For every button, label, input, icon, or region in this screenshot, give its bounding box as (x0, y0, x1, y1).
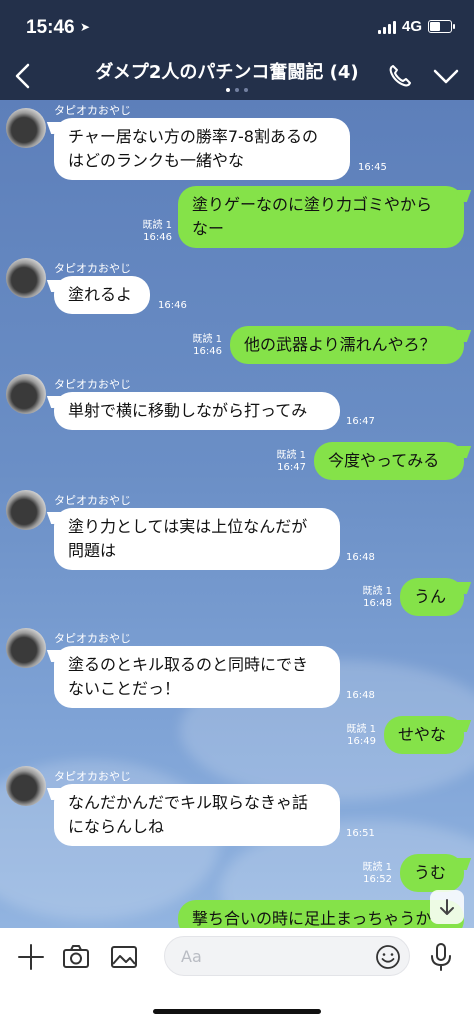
message-time: 16:48 (346, 552, 375, 563)
arrow-down-icon (440, 899, 454, 915)
message-time: 16:49 (347, 736, 376, 747)
message-bubble-incoming[interactable]: 塗り力としては実は上位なんだが 問題は (54, 508, 340, 570)
emoji-icon[interactable] (375, 944, 401, 970)
message-time: 16:51 (346, 828, 375, 839)
message-bubble-outgoing[interactable]: 塗りゲーなのに塗り力ゴミやから なー (178, 186, 464, 248)
message-time: 16:47 (277, 462, 306, 473)
message-bubble-incoming[interactable]: 単射で横に移動しながら打ってみ (54, 392, 340, 430)
message-time: 16:46 (143, 232, 172, 243)
message-time: 16:47 (346, 416, 375, 427)
sender-name: タピオカおやじ (54, 378, 131, 391)
message-list[interactable]: タピオカおやじ チャー居ない方の勝率7-8割あるの はどのランクも一緒やな 16… (0, 100, 474, 928)
message-time: 16:46 (193, 346, 222, 357)
read-receipt: 既読 1 (142, 220, 172, 231)
read-receipt: 既読 1 (276, 450, 306, 461)
message-time: 16:52 (363, 874, 392, 885)
message-time: 16:45 (358, 162, 387, 173)
read-receipt: 既読 1 (192, 334, 222, 345)
status-time: 15:46 (26, 17, 75, 38)
read-receipt: 既読 1 (362, 586, 392, 597)
avatar[interactable] (6, 490, 46, 530)
mic-icon[interactable] (426, 942, 456, 972)
message-bubble-outgoing[interactable]: 他の武器より濡れんやろ？ (230, 326, 464, 364)
chat-header: 15:46 ➤ 4G ダメプ2人のパチンコ奮闘記 (4) (0, 0, 474, 100)
read-receipt: 既読 1 (346, 724, 376, 735)
sender-name: タピオカおやじ (54, 632, 131, 645)
avatar[interactable] (6, 766, 46, 806)
camera-icon[interactable] (61, 942, 91, 972)
phone-icon[interactable] (384, 60, 416, 92)
battery-icon (428, 20, 455, 33)
message-bubble-outgoing[interactable]: うん (400, 578, 464, 616)
message-bubble-incoming[interactable]: チャー居ない方の勝率7-8割あるの はどのランクも一緒やな (54, 118, 350, 180)
message-input[interactable]: Aa (164, 936, 410, 976)
chevron-down-icon[interactable] (430, 60, 462, 92)
message-bubble-outgoing[interactable]: 今度やってみる (314, 442, 464, 480)
message-bubble-outgoing[interactable]: せやな (384, 716, 464, 754)
chat-title[interactable]: ダメプ2人のパチンコ奮闘記 (4) (60, 58, 394, 84)
network-type: 4G (401, 18, 422, 35)
avatar[interactable] (6, 258, 46, 298)
home-indicator (153, 1009, 321, 1014)
image-icon[interactable] (109, 942, 139, 972)
message-time: 16:48 (363, 598, 392, 609)
sender-name: タピオカおやじ (54, 262, 131, 275)
message-bubble-outgoing[interactable]: うむ (400, 854, 464, 892)
message-bubble-incoming[interactable]: 塗るのとキル取るのと同時にでき ないことだっ！ (54, 646, 340, 708)
message-time: 16:48 (346, 690, 375, 701)
sender-name: タピオカおやじ (54, 770, 131, 783)
avatar[interactable] (6, 108, 46, 148)
sender-name: タピオカおやじ (54, 494, 131, 507)
status-indicators: 4G (377, 18, 455, 35)
signal-icon (377, 20, 396, 34)
message-time: 16:46 (158, 300, 187, 311)
scroll-to-bottom-button[interactable] (430, 890, 464, 924)
message-input-placeholder: Aa (181, 947, 202, 966)
message-bubble-incoming[interactable]: 塗れるよ (54, 276, 150, 314)
avatar[interactable] (6, 628, 46, 668)
plus-icon[interactable] (16, 942, 46, 972)
location-arrow-icon: ➤ (80, 20, 91, 34)
avatar[interactable] (6, 374, 46, 414)
read-receipt: 既読 1 (362, 862, 392, 873)
message-bubble-outgoing[interactable]: 撃ち合いの時に足止まっちゃうか (178, 900, 464, 928)
sender-name: タピオカおやじ (54, 104, 131, 117)
message-bubble-incoming[interactable]: なんだかんだでキル取らなきゃ話 にならんしね (54, 784, 340, 846)
